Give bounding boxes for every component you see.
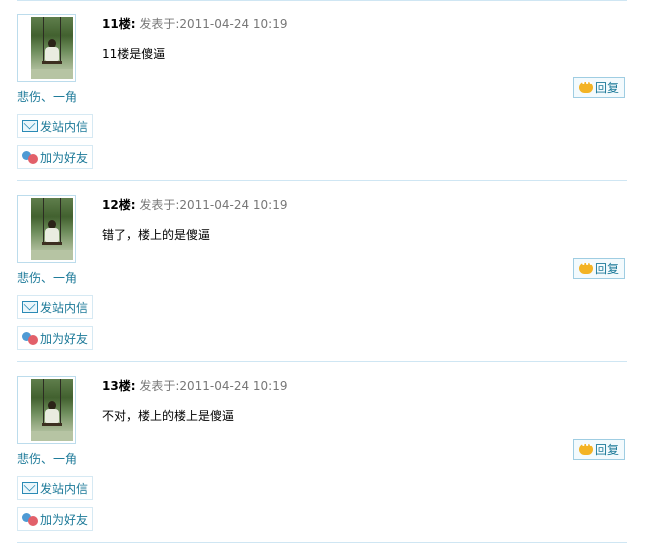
mail-icon (22, 301, 38, 313)
avatar[interactable] (17, 14, 76, 82)
send-message-label: 发站内信 (40, 300, 89, 315)
floor-number: 12楼: (102, 198, 136, 212)
add-friend-button[interactable]: 加为好友 (17, 507, 93, 531)
avatar-photo (31, 198, 73, 260)
post-timestamp: 发表于:2011-04-24 10:19 (135, 17, 288, 31)
speech-bubble-icon (579, 260, 593, 274)
add-friend-label: 加为好友 (40, 512, 89, 527)
friends-icon (22, 331, 38, 345)
avatar-photo (31, 17, 73, 79)
post-header: 13楼: 发表于:2011-04-24 10:19 (102, 377, 288, 394)
username-link[interactable]: 悲伤、一角 (17, 269, 77, 286)
friends-icon (22, 150, 38, 164)
mail-icon (22, 482, 38, 494)
avatar[interactable] (17, 195, 76, 263)
avatar[interactable] (17, 376, 76, 444)
add-friend-button[interactable]: 加为好友 (17, 326, 93, 350)
floor-number: 11楼: (102, 17, 136, 31)
friends-icon (22, 512, 38, 526)
post-11: 悲伤、一角 发站内信 加为好友 11楼: 发表于:2011-04-24 10:1… (0, 0, 645, 180)
reply-button[interactable]: 回复 (573, 258, 625, 279)
reply-button[interactable]: 回复 (573, 77, 625, 98)
post-content: 不对，楼上的楼上是傻逼 (102, 409, 235, 423)
send-message-button[interactable]: 发站内信 (17, 295, 93, 319)
username-link[interactable]: 悲伤、一角 (17, 450, 77, 467)
post-timestamp: 发表于:2011-04-24 10:19 (135, 198, 288, 212)
floor-number: 13楼: (102, 379, 136, 393)
send-message-button[interactable]: 发站内信 (17, 114, 93, 138)
mail-icon (22, 120, 38, 132)
add-friend-label: 加为好友 (40, 331, 89, 346)
post-13: 悲伤、一角 发站内信 加为好友 13楼: 发表于:2011-04-24 10:1… (0, 362, 645, 542)
reply-label: 回复 (595, 443, 620, 457)
send-message-label: 发站内信 (40, 119, 89, 134)
username-link[interactable]: 悲伤、一角 (17, 88, 77, 105)
speech-bubble-icon (579, 441, 593, 455)
reply-label: 回复 (595, 81, 620, 95)
post-header: 12楼: 发表于:2011-04-24 10:19 (102, 196, 288, 213)
avatar-photo (31, 379, 73, 441)
post-header: 11楼: 发表于:2011-04-24 10:19 (102, 15, 288, 32)
post-12: 悲伤、一角 发站内信 加为好友 12楼: 发表于:2011-04-24 10:1… (0, 181, 645, 361)
post-content: 错了，楼上的是傻逼 (102, 228, 211, 242)
send-message-button[interactable]: 发站内信 (17, 476, 93, 500)
send-message-label: 发站内信 (40, 481, 89, 496)
speech-bubble-icon (579, 79, 593, 93)
post-content: 11楼是傻逼 (102, 47, 166, 61)
post-timestamp: 发表于:2011-04-24 10:19 (135, 379, 288, 393)
add-friend-label: 加为好友 (40, 150, 89, 165)
reply-button[interactable]: 回复 (573, 439, 625, 460)
reply-label: 回复 (595, 262, 620, 276)
post-separator (17, 542, 627, 543)
add-friend-button[interactable]: 加为好友 (17, 145, 93, 169)
